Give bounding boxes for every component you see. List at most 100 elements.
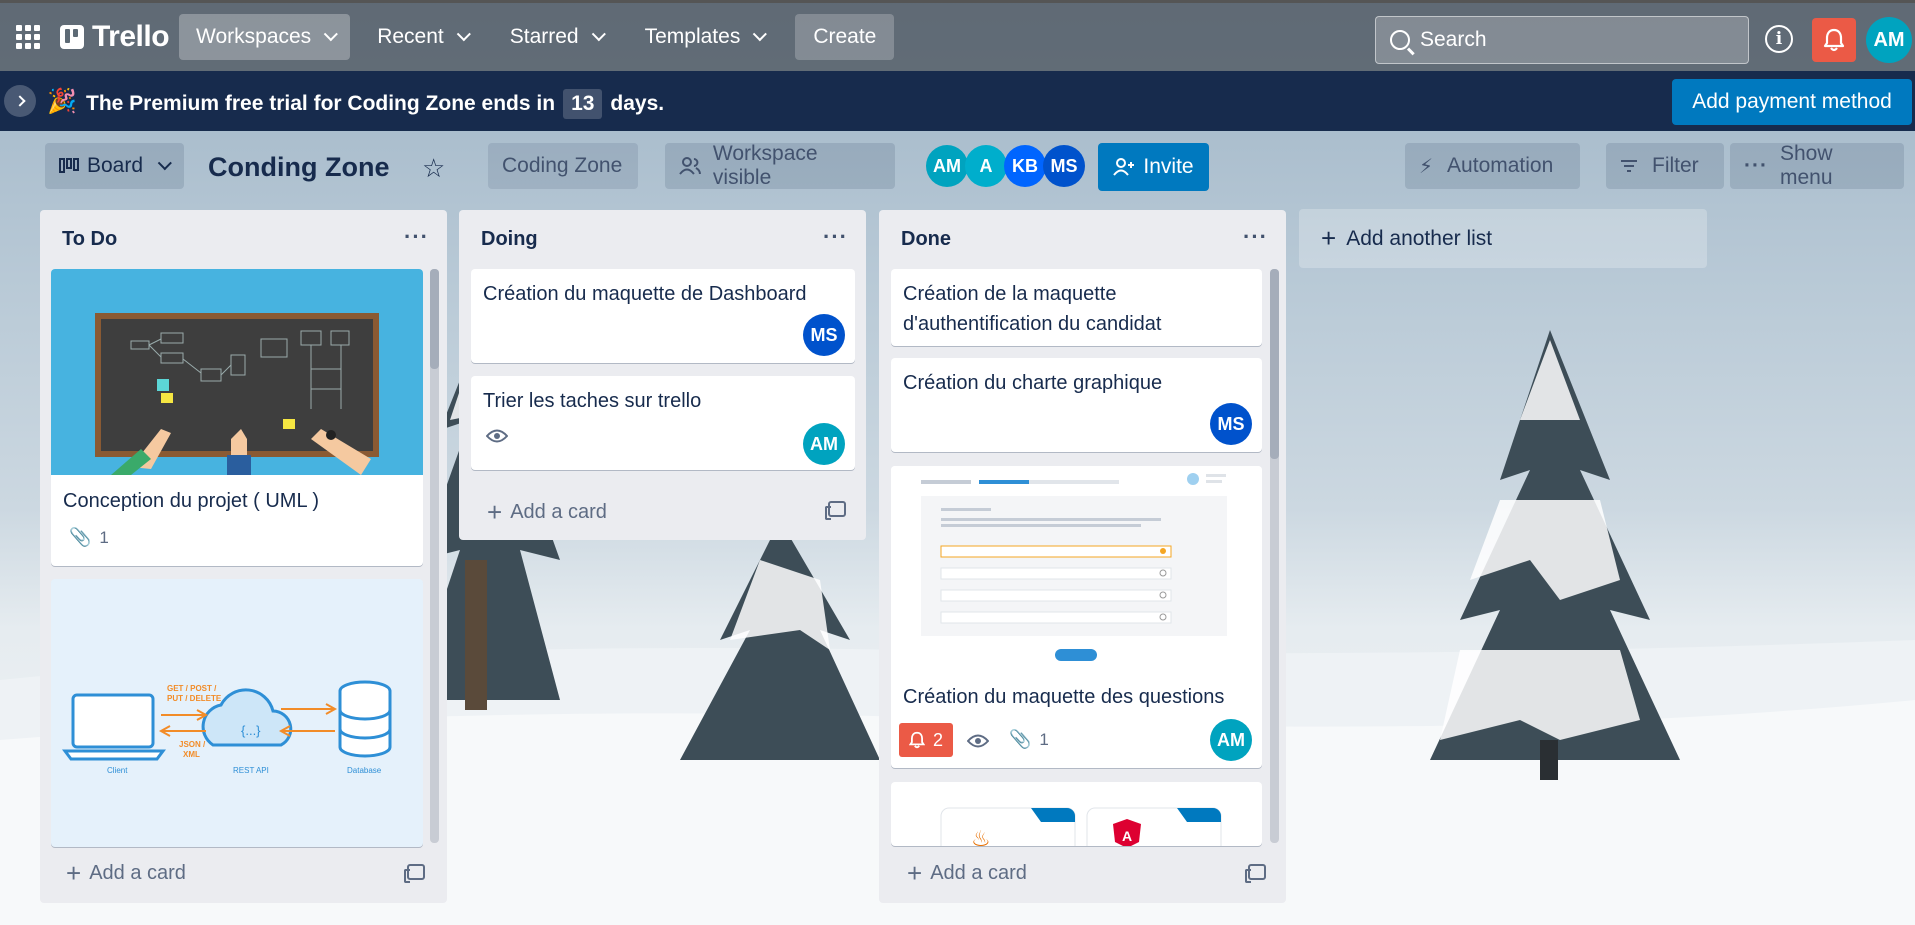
banner-text-after: days. [610, 92, 665, 115]
card-tech-quiz[interactable]: ♨ A [891, 782, 1262, 846]
board-title[interactable]: Conding Zone [208, 152, 389, 183]
diagram-label: GET / POST / [167, 684, 217, 693]
list-menu-icon[interactable]: ··· [823, 224, 848, 250]
card-title: Création du charte graphique [903, 372, 1163, 394]
notification-badge: 2 [899, 723, 953, 757]
list-menu-icon[interactable]: ··· [404, 224, 429, 250]
board-header: Board Conding Zone ☆ Coding Zone Workspa… [0, 131, 1915, 207]
list-title[interactable]: To Do [62, 228, 117, 251]
card-title-line1: Création de la maquette [903, 283, 1117, 305]
list-title[interactable]: Doing [481, 228, 538, 251]
board-view-label: Board [87, 154, 144, 177]
card-dashboard[interactable]: Création du maquette de Dashboard MS [471, 269, 855, 363]
banner-message: The Premium free trial for Coding Zone e… [86, 89, 664, 119]
add-card-button[interactable]: + Add a card [66, 858, 186, 889]
top-navigation: Trello Workspaces Recent Starred Templat… [0, 0, 1915, 71]
board-view-switcher[interactable]: Board [45, 143, 184, 189]
board-members: AM A KB MS [926, 145, 1085, 187]
recent-menu[interactable]: Recent [360, 14, 483, 60]
logo-text: Trello [92, 20, 170, 53]
visibility-button[interactable]: Workspace visible [665, 142, 895, 189]
invite-button[interactable]: Invite [1098, 143, 1209, 191]
attachments-badge: 📎 1 [1009, 729, 1049, 750]
questions-mockup-image [891, 466, 1262, 674]
diagram-label: Client [107, 766, 128, 775]
automation-label: Automation [1447, 154, 1554, 177]
rest-api-diagram: {...} GET / POST / PUT / DELETE JSON / X… [62, 680, 392, 775]
chevron-down-icon [591, 27, 606, 42]
plus-icon: + [907, 858, 923, 888]
diagram-label: JSON / [179, 740, 206, 749]
add-user-icon [1113, 158, 1135, 176]
notifications-button[interactable] [1812, 18, 1856, 62]
days-remaining-badge: 13 [563, 89, 603, 119]
svg-text:♨: ♨ [971, 827, 991, 846]
plus-icon: + [487, 497, 503, 527]
card-rest-api[interactable]: {...} GET / POST / PUT / DELETE JSON / X… [51, 579, 423, 847]
eye-icon [486, 429, 508, 443]
invite-label: Invite [1143, 155, 1194, 178]
card-member-avatar[interactable]: AM [1210, 719, 1252, 761]
party-popper-icon: 🎉 [47, 88, 77, 115]
list-done: Done ··· Création de la maquette d'authe… [879, 210, 1286, 903]
list-to-do: To Do ··· Conception du projet ( UML ) 📎… [40, 210, 447, 903]
diagram-label: XML [183, 750, 200, 759]
attachments-count: 1 [1039, 729, 1049, 749]
people-icon [679, 157, 701, 175]
card-title: Trier les taches sur trello [483, 390, 702, 412]
lightning-icon: ⚡ [1419, 155, 1434, 178]
starred-menu[interactable]: Starred [493, 14, 618, 60]
user-avatar[interactable]: AM [1866, 17, 1912, 63]
card-template-icon[interactable] [825, 501, 846, 520]
chevron-down-icon [157, 156, 172, 171]
app-switcher-icon[interactable] [14, 23, 42, 51]
list-menu-icon[interactable]: ··· [1243, 224, 1268, 250]
card-auth[interactable]: Création de la maquette d'authentificati… [891, 269, 1262, 346]
workspaces-menu[interactable]: Workspaces [179, 14, 351, 60]
filter-icon [1621, 160, 1637, 172]
card-charte[interactable]: Création du charte graphique MS [891, 358, 1262, 452]
card-template-icon[interactable] [1245, 864, 1266, 883]
add-card-button[interactable]: + Add a card [487, 497, 607, 528]
plus-icon: + [1321, 223, 1337, 253]
templates-menu[interactable]: Templates [628, 14, 780, 60]
tech-cards-image: ♨ A [940, 807, 1222, 846]
add-card-button[interactable]: + Add a card [907, 858, 1027, 889]
search-icon [1390, 30, 1410, 50]
paperclip-icon: 📎 [1009, 729, 1032, 749]
svg-text:A: A [1122, 828, 1132, 844]
add-card-label: Add a card [930, 862, 1027, 884]
add-list-button[interactable]: + Add another list [1299, 209, 1707, 268]
add-card-label: Add a card [89, 862, 186, 884]
card-member-avatar[interactable]: MS [803, 314, 845, 356]
create-button[interactable]: Create [795, 14, 895, 60]
member-avatar-am[interactable]: AM [926, 145, 968, 187]
banner-text-before: The Premium free trial for Coding Zone e… [86, 92, 556, 115]
card-trier[interactable]: Trier les taches sur trello AM [471, 376, 855, 470]
member-avatar-a[interactable]: A [965, 145, 1007, 187]
card-uml[interactable]: Conception du projet ( UML ) 📎 1 [51, 269, 423, 566]
list-scrollbar[interactable] [430, 269, 439, 843]
card-member-avatar[interactable]: MS [1210, 403, 1252, 445]
list-title[interactable]: Done [901, 228, 951, 251]
sidebar-expand-button[interactable] [4, 85, 36, 117]
filter-button[interactable]: Filter [1606, 143, 1724, 189]
card-template-icon[interactable] [404, 864, 425, 883]
card-questions[interactable]: Création du maquette des questions 2 📎 1… [891, 466, 1262, 768]
member-avatar-kb[interactable]: KB [1004, 145, 1046, 187]
member-avatar-ms[interactable]: MS [1043, 145, 1085, 187]
info-icon[interactable]: i [1765, 25, 1793, 53]
visibility-label: Workspace visible [712, 142, 818, 189]
search-input[interactable] [1420, 28, 1720, 52]
workspace-button[interactable]: Coding Zone [488, 143, 638, 189]
add-payment-method-button[interactable]: Add payment method [1672, 79, 1912, 125]
card-member-avatar[interactable]: AM [803, 423, 845, 465]
automation-button[interactable]: ⚡ Automation [1405, 143, 1580, 189]
star-icon[interactable]: ☆ [422, 153, 445, 184]
list-scrollbar[interactable] [1270, 269, 1279, 843]
trello-logo[interactable]: Trello [60, 20, 170, 54]
search-box[interactable] [1375, 16, 1749, 64]
eye-icon [967, 734, 989, 748]
show-menu-button[interactable]: ··· Show menu [1730, 142, 1904, 189]
card-title: Création du maquette de Dashboard [483, 283, 807, 305]
